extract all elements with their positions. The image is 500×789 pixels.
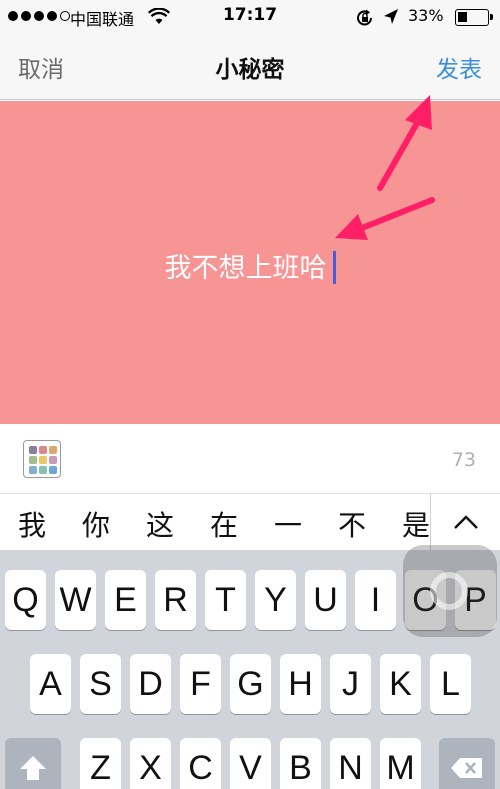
nav-bar: 取消 小秘密 发表: [0, 34, 500, 100]
key-l[interactable]: L: [430, 654, 471, 714]
key-i[interactable]: I: [355, 570, 396, 630]
orientation-lock-icon: [357, 9, 372, 26]
key-a[interactable]: A: [30, 654, 71, 714]
key-n[interactable]: N: [330, 738, 371, 789]
keyboard: Q W E R T Y U I O P A S D F G H J K L Z …: [0, 550, 500, 789]
key-z[interactable]: Z: [80, 738, 121, 789]
candidate-word[interactable]: 在: [204, 504, 244, 544]
compose-text: 我不想上班哈: [164, 253, 327, 284]
key-v[interactable]: V: [230, 738, 271, 789]
delete-key[interactable]: [439, 738, 495, 789]
key-k[interactable]: K: [380, 654, 421, 714]
shift-key[interactable]: [5, 738, 61, 789]
text-cursor: [332, 251, 336, 284]
publish-button[interactable]: 发表: [436, 50, 482, 84]
status-bar: 中国联通 17:17 33%: [0, 0, 500, 34]
location-arrow-icon: [384, 9, 398, 24]
color-palette-icon[interactable]: [23, 440, 61, 478]
candidate-word[interactable]: 我: [12, 504, 52, 544]
chevron-up-icon: [453, 515, 478, 529]
key-b[interactable]: B: [280, 738, 321, 789]
key-o[interactable]: O: [405, 570, 446, 630]
key-q[interactable]: Q: [5, 570, 46, 630]
candidate-bar: 我 你 这 在 一 不 是: [0, 494, 500, 550]
candidate-word[interactable]: 你: [76, 504, 116, 544]
character-count: 73: [451, 449, 476, 471]
key-x[interactable]: X: [130, 738, 171, 789]
candidate-word[interactable]: 一: [268, 504, 308, 544]
shift-icon: [20, 756, 46, 780]
key-j[interactable]: J: [330, 654, 371, 714]
delete-icon: [451, 758, 482, 778]
key-d[interactable]: D: [130, 654, 171, 714]
key-g[interactable]: G: [230, 654, 271, 714]
tool-row: 73: [0, 424, 500, 494]
page-title: 小秘密: [215, 57, 285, 83]
cancel-button[interactable]: 取消: [18, 50, 64, 84]
key-c[interactable]: C: [180, 738, 221, 789]
candidate-word[interactable]: 这: [140, 504, 180, 544]
key-y[interactable]: Y: [255, 570, 296, 630]
key-w[interactable]: W: [55, 570, 96, 630]
candidate-word[interactable]: 不: [332, 504, 372, 544]
compose-area[interactable]: 我不想上班哈: [0, 101, 500, 424]
compose-text-field[interactable]: 我不想上班哈: [0, 246, 500, 285]
key-f[interactable]: F: [180, 654, 221, 714]
expand-candidates-button[interactable]: [430, 494, 500, 550]
battery-percent: 33%: [408, 6, 444, 25]
key-u[interactable]: U: [305, 570, 346, 630]
battery-icon: [455, 9, 493, 26]
key-s[interactable]: S: [80, 654, 121, 714]
key-e[interactable]: E: [105, 570, 146, 630]
key-h[interactable]: H: [280, 654, 321, 714]
key-p[interactable]: P: [455, 570, 496, 630]
key-r[interactable]: R: [155, 570, 196, 630]
key-m[interactable]: M: [380, 738, 421, 789]
key-t[interactable]: T: [205, 570, 246, 630]
